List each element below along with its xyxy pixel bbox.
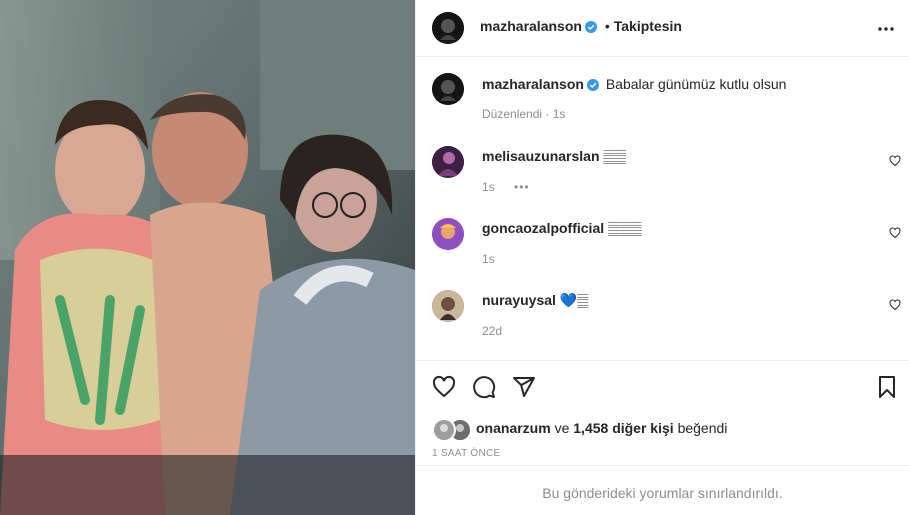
verified-badge-icon (584, 21, 597, 33)
liker-username[interactable]: onanarzum (476, 420, 551, 436)
comment-item: melisauzunarslan 𝄛𝄛 1s ••• (416, 142, 909, 202)
comment-icon[interactable] (472, 375, 496, 399)
actions-divider (416, 360, 909, 361)
post-header: mazharalanson • Takiptesin (416, 0, 909, 56)
comment-more-icon[interactable]: ••• (514, 180, 530, 194)
verified-badge-icon (586, 79, 599, 91)
post-photo[interactable] (0, 0, 415, 515)
caption: mazharalanson Babalar günümüz kutlu olsu… (416, 70, 909, 130)
likes-connector: ve (554, 420, 570, 436)
comment-text: 𝄛𝄛𝄛 (608, 220, 642, 236)
separator-dot: • (604, 18, 610, 34)
commenter-avatar[interactable] (432, 218, 464, 250)
like-icon[interactable] (432, 375, 456, 399)
liker-avatar[interactable] (432, 418, 456, 442)
comment-time[interactable]: 22d (482, 324, 502, 338)
save-bookmark-icon[interactable] (875, 375, 899, 399)
comment-time[interactable]: 1s (482, 252, 495, 266)
comment-username[interactable]: nurayuysal (482, 292, 556, 308)
likes-suffix: beğendi (677, 420, 728, 436)
post-side-panel: mazharalanson • Takiptesin mazharalanson … (415, 0, 909, 515)
caption-text: Babalar günümüz kutlu olsun (605, 76, 787, 92)
commenter-avatar[interactable] (432, 146, 464, 178)
comment-item: goncaozalpofficial 𝄛𝄛𝄛 1s (416, 214, 909, 274)
share-icon[interactable] (512, 375, 536, 399)
more-options-icon[interactable] (877, 20, 895, 38)
comment-username[interactable]: goncaozalpofficial (482, 220, 604, 236)
commenter-avatar[interactable] (432, 290, 464, 322)
comments-restricted-notice: Bu gönderideki yorumlar sınırlandırıldı. (542, 485, 783, 501)
caption-author-avatar[interactable] (432, 73, 464, 105)
comment-like-icon[interactable] (889, 227, 901, 239)
header-divider (416, 56, 909, 57)
caption-username[interactable]: mazharalanson (482, 76, 584, 92)
author-username[interactable]: mazharalanson (480, 18, 582, 34)
comment-text: 💙𝄛 (559, 292, 589, 308)
likes-summary: onanarzum ve 1,458 diğer kişi beğendi (416, 416, 909, 442)
author-avatar[interactable] (432, 12, 464, 44)
comment-like-icon[interactable] (889, 155, 901, 167)
post-timestamp[interactable]: 1 SAAT ÖNCE (432, 448, 501, 459)
comment-time[interactable]: 1s (482, 180, 495, 194)
likes-count-link[interactable]: 1,458 diğer kişi (573, 420, 673, 436)
comment-like-icon[interactable] (889, 299, 901, 311)
follow-status-button[interactable]: Takiptesin (614, 18, 682, 34)
comment-item: nurayuysal 💙𝄛 22d (416, 286, 909, 346)
footer-divider (416, 465, 909, 466)
family-photo-image (0, 0, 415, 515)
caption-edited-time[interactable]: Düzenlendi · 1s (482, 107, 565, 121)
comment-username[interactable]: melisauzunarslan (482, 148, 600, 164)
comment-text: 𝄛𝄛 (603, 148, 626, 164)
